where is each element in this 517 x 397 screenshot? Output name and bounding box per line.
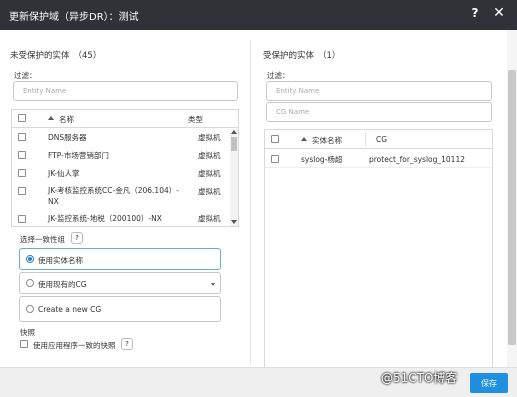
- entity-name: DNS服务器: [48, 133, 87, 142]
- table-header: 实体名称 CG: [265, 130, 492, 149]
- unprotected-entities-count: （45）: [73, 51, 102, 61]
- entity-type: 虚拟机: [198, 187, 221, 196]
- chevron-down-icon[interactable]: [211, 283, 215, 286]
- entity-type: 虚拟机: [198, 151, 221, 160]
- table-row[interactable]: FTP-市场营销部门 虚拟机: [12, 148, 238, 164]
- column-header-type[interactable]: 类型: [188, 114, 203, 125]
- select-all-checkbox[interactable]: [271, 135, 279, 143]
- radio-use-entity-name[interactable]: [26, 255, 34, 263]
- select-all-checkbox[interactable]: [18, 114, 26, 122]
- table-row[interactable]: DNS服务器 虚拟机: [12, 130, 238, 146]
- left-filter-label: 过滤：: [14, 71, 37, 80]
- row-checkbox[interactable]: [18, 151, 26, 159]
- row-checkbox[interactable]: [18, 169, 26, 177]
- cg-label: 选择一致性组: [20, 235, 65, 244]
- radio-use-existing-cg[interactable]: [26, 279, 34, 287]
- snapshot-help-icon[interactable]: ?: [121, 338, 133, 350]
- entity-type: 虚拟机: [198, 214, 221, 223]
- row-checkbox[interactable]: [18, 187, 26, 195]
- entity-name: FTP-市场营销部门: [48, 151, 109, 160]
- table-row[interactable]: JK-监控系统-地税（200100）-NX 虚拟机: [12, 211, 238, 226]
- table-row[interactable]: JK-考核监控系统CC-金凡（206.104）- NX 虚拟机: [12, 184, 238, 210]
- unprotected-entities-title: 未受保护的实体: [10, 51, 70, 61]
- cg-help-icon[interactable]: ?: [71, 232, 83, 244]
- option-label: 使用现有的CG: [38, 280, 87, 289]
- right-entity-name-filter[interactable]: [266, 81, 492, 101]
- option-use-existing-cg[interactable]: 使用现有的CG: [19, 272, 221, 294]
- sort-asc-icon[interactable]: [301, 137, 307, 141]
- entity-type: 虚拟机: [198, 169, 221, 178]
- watermark: @51CTO博客: [381, 371, 458, 385]
- right-filter-label: 过滤：: [267, 71, 290, 80]
- table-scrollbar[interactable]: [230, 129, 238, 226]
- snapshot-label: 快照: [20, 328, 35, 337]
- left-entity-name-filter[interactable]: [13, 81, 238, 101]
- dialog-titlebar: 更新保护域（异步DR）：测试 ? ✕: [0, 0, 517, 30]
- column-header-entity-name[interactable]: 实体名称: [312, 135, 342, 146]
- protected-entities-table: 实体名称 CG syslog-杨超 protect_for_syslog_101…: [264, 129, 493, 379]
- unprotected-entities-table: 名称 类型 DNS服务器 虚拟机 FTP-市场营销部门 虚拟机 JK-仙人掌 虚…: [11, 109, 239, 227]
- table-header: 名称 类型: [12, 110, 238, 128]
- scroll-up-icon[interactable]: [231, 130, 237, 134]
- help-icon[interactable]: ?: [469, 6, 481, 20]
- option-label: 使用实体名称: [38, 256, 83, 265]
- row-checkbox[interactable]: [18, 215, 26, 223]
- entity-cg: protect_for_syslog_10112: [369, 155, 465, 164]
- column-header-cg[interactable]: CG: [376, 135, 387, 144]
- row-checkbox[interactable]: [18, 133, 26, 141]
- app-consistent-snapshot-checkbox[interactable]: [20, 340, 28, 348]
- save-button[interactable]: 保存: [470, 373, 508, 393]
- entity-name: syslog-杨超: [301, 155, 343, 164]
- table-row[interactable]: syslog-杨超 protect_for_syslog_10112: [265, 152, 492, 168]
- dialog-body: 未受保护的实体（45） 过滤： 名称 类型 DNS服务器 虚拟机 FTP-市场营…: [0, 30, 517, 397]
- app-consistent-snapshot-label: 使用应用程序一致的快照: [33, 341, 116, 350]
- column-separator: [365, 133, 366, 146]
- protected-entities-heading: 受保护的实体 （1）: [263, 49, 340, 61]
- right-cg-name-input[interactable]: [267, 103, 491, 121]
- right-cg-name-filter[interactable]: [266, 102, 492, 122]
- unprotected-entities-heading: 未受保护的实体 （45）: [10, 49, 101, 61]
- entity-name: JK-考核监控系统CC-金凡（206.104）-: [48, 186, 179, 195]
- radio-create-new-cg[interactable]: [26, 305, 34, 313]
- left-entity-name-input[interactable]: [14, 82, 237, 100]
- entity-name: JK-仙人掌: [48, 169, 80, 178]
- close-icon[interactable]: ✕: [492, 5, 506, 21]
- scroll-down-icon[interactable]: [231, 220, 237, 224]
- sort-asc-icon[interactable]: [48, 116, 54, 120]
- scrollbar-thumb[interactable]: [231, 137, 237, 151]
- dialog-scrollbar-thumb[interactable]: [508, 70, 516, 345]
- row-checkbox[interactable]: [271, 155, 279, 163]
- option-use-entity-name[interactable]: 使用实体名称: [19, 248, 221, 270]
- option-create-new-cg[interactable]: Create a new CG: [19, 296, 221, 322]
- dialog-scrollbar[interactable]: [507, 30, 517, 367]
- option-label: Create a new CG: [38, 305, 102, 314]
- dialog-title: 更新保护域（异步DR）：测试: [9, 12, 139, 23]
- panel-divider: [250, 40, 251, 365]
- entity-name: JK-监控系统-地税（200100）-NX: [48, 214, 162, 223]
- column-header-name[interactable]: 名称: [59, 114, 74, 125]
- protected-entities-count: （1）: [318, 51, 341, 61]
- protected-entities-title: 受保护的实体: [263, 51, 315, 61]
- entity-name-continued: NX: [48, 197, 59, 206]
- entity-type: 虚拟机: [198, 133, 221, 142]
- table-row[interactable]: JK-仙人掌 虚拟机: [12, 166, 238, 182]
- right-entity-name-input[interactable]: [267, 82, 491, 100]
